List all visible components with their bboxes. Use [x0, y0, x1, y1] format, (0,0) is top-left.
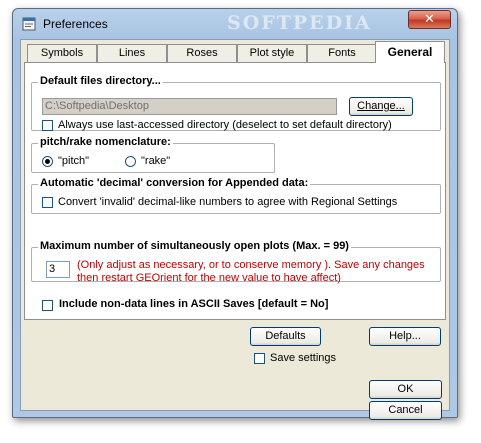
- nomenclature-legend: pitch/rake nomenclature:: [38, 136, 173, 148]
- save-settings-checkbox[interactable]: [254, 353, 265, 364]
- close-button[interactable]: ✕: [408, 10, 451, 29]
- general-tab-panel: Default files directory... C:\Softpedia\…: [24, 62, 446, 320]
- preferences-window: Preferences SOFTPEDIA ✕ Symbols Lines Ro…: [12, 8, 458, 420]
- window-title: Preferences: [43, 17, 108, 31]
- tab-lines[interactable]: Lines: [97, 44, 167, 62]
- change-directory-label: Change...: [357, 100, 405, 112]
- max-plots-input[interactable]: 3: [46, 261, 70, 278]
- save-settings-label: Save settings: [270, 352, 337, 364]
- decimal-conversion-legend: Automatic 'decimal' conversion for Appen…: [38, 177, 311, 189]
- convert-decimal-label: Convert 'invalid' decimal-like numbers t…: [58, 196, 398, 208]
- max-plots-legend: Maximum number of simultaneously open pl…: [38, 240, 351, 252]
- tab-general[interactable]: General: [375, 41, 445, 63]
- ok-button[interactable]: OK: [369, 380, 442, 399]
- defaults-button[interactable]: Defaults: [250, 327, 321, 346]
- always-last-dir-label: Always use last-accessed directory (dese…: [58, 119, 392, 131]
- title-bar[interactable]: Preferences SOFTPEDIA ✕: [13, 9, 457, 39]
- app-window-icon: [22, 17, 36, 31]
- pitch-radio-label: "pitch": [58, 155, 90, 167]
- tab-plot-style[interactable]: Plot style: [237, 44, 307, 62]
- pitch-radio[interactable]: [42, 156, 53, 167]
- cancel-button[interactable]: Cancel: [369, 401, 442, 420]
- non-data-lines-label: Include non-data lines in ASCII Saves [d…: [59, 298, 329, 310]
- softpedia-watermark: SOFTPEDIA: [227, 12, 372, 34]
- tab-fonts[interactable]: Fonts: [307, 44, 377, 62]
- help-button[interactable]: Help...: [369, 327, 441, 346]
- tab-symbols[interactable]: Symbols: [27, 44, 97, 62]
- close-icon: ✕: [424, 12, 435, 27]
- tab-roses[interactable]: Roses: [167, 44, 237, 62]
- always-last-dir-checkbox[interactable]: [42, 120, 53, 131]
- dialog-client-area: Symbols Lines Roses Plot style Fonts Gen…: [20, 39, 450, 420]
- default-directory-field: C:\Softpedia\Desktop: [42, 98, 337, 115]
- rake-radio[interactable]: [125, 156, 136, 167]
- rake-radio-label: "rake": [141, 155, 171, 167]
- default-directory-legend: Default files directory...: [38, 75, 163, 87]
- non-data-lines-checkbox[interactable]: [42, 300, 53, 311]
- change-directory-button[interactable]: Change...: [349, 97, 413, 116]
- convert-decimal-checkbox[interactable]: [42, 197, 53, 208]
- max-plots-note: (Only adjust as necessary, or to conserv…: [77, 259, 425, 284]
